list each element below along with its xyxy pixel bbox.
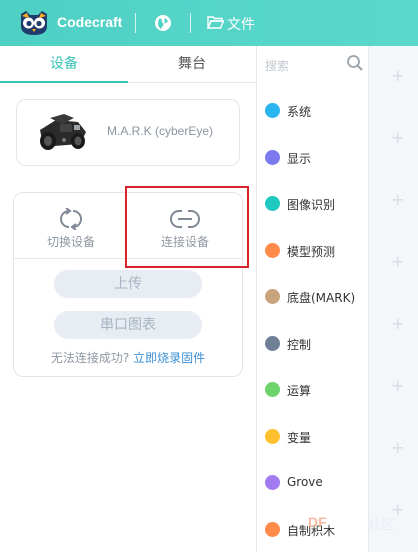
grid-plus-icon: + bbox=[391, 190, 405, 209]
grid-plus-icon: + bbox=[391, 376, 405, 395]
header-divider bbox=[135, 13, 136, 33]
panel-tabs: 设备 舞台 bbox=[0, 46, 256, 83]
category-label: 底盘(MARK) bbox=[287, 291, 356, 305]
category-color-dot bbox=[265, 335, 280, 351]
category-label: 显示 bbox=[287, 151, 312, 166]
category-item[interactable]: Grove bbox=[257, 468, 369, 498]
tab-device[interactable]: 设备 bbox=[0, 46, 128, 83]
category-label: 变量 bbox=[287, 430, 312, 445]
robot-image bbox=[40, 114, 86, 150]
device-name: M.A.R.K (cyberEye) bbox=[107, 124, 214, 138]
grid-plus-icon: + bbox=[391, 314, 405, 333]
header-divider bbox=[190, 13, 191, 33]
flash-firmware-link[interactable]: 立即烧录固件 bbox=[133, 351, 205, 365]
category-color-dot bbox=[265, 103, 280, 118]
brand-name: Codecraft bbox=[57, 14, 123, 30]
category-color-dot bbox=[265, 382, 280, 397]
category-label: 控制 bbox=[287, 337, 312, 352]
category-color-dot bbox=[265, 242, 280, 258]
help-text: 无法连接成功? bbox=[50, 351, 130, 365]
file-menu[interactable]: 文件 bbox=[227, 14, 255, 34]
category-color-dot bbox=[265, 475, 280, 490]
category-item[interactable]: 系统 bbox=[257, 96, 369, 126]
category-item[interactable]: 底盘(MARK) bbox=[257, 282, 369, 312]
grid-plus-icon: + bbox=[391, 252, 405, 271]
panel-divider bbox=[14, 258, 242, 259]
category-color-dot bbox=[265, 521, 280, 537]
category-color-dot bbox=[265, 149, 280, 165]
folder-icon[interactable] bbox=[207, 15, 224, 29]
category-item[interactable]: 图像识别 bbox=[257, 189, 369, 219]
category-label: 图像识别 bbox=[287, 198, 336, 212]
category-color-dot bbox=[265, 289, 280, 304]
globe-icon[interactable] bbox=[154, 14, 172, 32]
connect-device-label: 连接设备 bbox=[160, 235, 209, 249]
switch-arrows-icon bbox=[60, 208, 82, 230]
upload-button[interactable]: 上传 bbox=[54, 270, 202, 298]
category-item[interactable]: 运算 bbox=[257, 375, 369, 405]
category-item[interactable]: 模型预测 bbox=[257, 236, 369, 266]
grid-plus-icon: + bbox=[391, 66, 405, 85]
category-label: 运算 bbox=[287, 384, 312, 398]
watermark-logo: DF bbox=[308, 514, 327, 530]
top-bar: Codecraft 文件 bbox=[0, 0, 418, 46]
switch-device-label: 切换设备 bbox=[46, 235, 95, 249]
grid-plus-icon: + bbox=[391, 438, 405, 457]
category-color-dot bbox=[265, 428, 280, 444]
category-item[interactable]: 显示 bbox=[257, 143, 369, 173]
firmware-help: 无法连接成功? 立即烧录固件 bbox=[14, 349, 242, 366]
category-item[interactable]: 变量 bbox=[257, 422, 369, 452]
switch-device-button[interactable]: 切换设备 bbox=[16, 203, 126, 253]
tab-stage[interactable]: 舞台 bbox=[128, 46, 256, 83]
device-actions-panel: 切换设备 连接设备 上传 串口图表 无法连接成功? 立即烧录固件 bbox=[13, 192, 243, 377]
watermark-text: 社区 bbox=[368, 518, 395, 533]
category-label: 系统 bbox=[287, 105, 312, 119]
grid-plus-icon: + bbox=[391, 128, 405, 147]
connect-link-icon bbox=[170, 210, 200, 228]
device-card[interactable]: M.A.R.K (cyberEye) bbox=[16, 99, 240, 166]
category-label: Grove bbox=[287, 475, 323, 489]
search-input[interactable]: 搜索 bbox=[265, 57, 289, 74]
serial-chart-button[interactable]: 串口图表 bbox=[54, 311, 202, 339]
block-category-panel: 搜索 系统 显示 图像识别 模型预测 底盘(MARK) 控制 运算 变量 Grove 自制积木 bbox=[256, 46, 368, 552]
workspace-canvas[interactable]: + + + + + + + + bbox=[368, 46, 418, 552]
connect-device-button[interactable]: 连接设备 bbox=[130, 203, 240, 253]
category-color-dot bbox=[265, 196, 280, 211]
owl-logo-icon[interactable] bbox=[18, 10, 50, 36]
category-label: 模型预测 bbox=[287, 244, 336, 259]
category-item[interactable]: 控制 bbox=[257, 329, 369, 359]
search-icon[interactable] bbox=[346, 54, 364, 72]
